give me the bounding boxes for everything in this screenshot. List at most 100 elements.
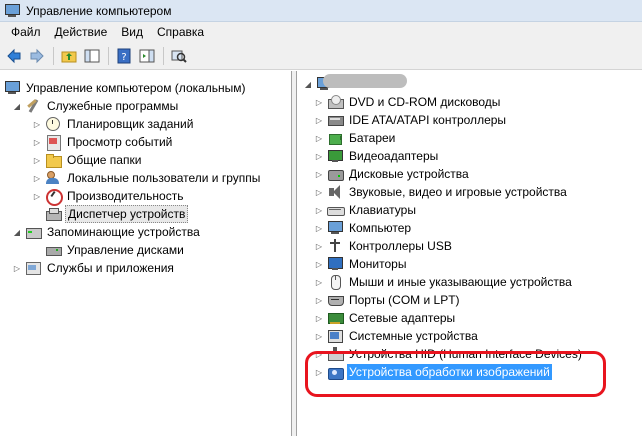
tree-item-local-users-groups[interactable]: ▷ Локальные пользователи и группы <box>32 169 262 187</box>
tree-item-computer-management[interactable]: Управление компьютером (локальным) <box>4 79 248 97</box>
toolbar-separator <box>163 46 164 65</box>
disk-icon <box>45 242 62 258</box>
device-category-item[interactable]: ▷ Видеоадаптеры <box>314 147 440 165</box>
computer-management-app-icon <box>4 3 20 19</box>
device-category-item[interactable]: ▷ DVD и CD-ROM дисководы <box>314 93 502 111</box>
collapsed-arrow-icon[interactable]: ▷ <box>314 295 324 305</box>
tree-item-label: Запоминающие устройства <box>47 225 200 239</box>
collapsed-arrow-icon[interactable]: ▷ <box>314 97 324 107</box>
menu-file[interactable]: Файл <box>4 23 48 41</box>
tree-item-event-viewer[interactable]: ▷ Просмотр событий <box>32 133 174 151</box>
menu-action[interactable]: Действие <box>48 23 115 41</box>
up-folder-icon[interactable] <box>59 46 79 66</box>
collapsed-arrow-icon[interactable]: ▷ <box>32 155 42 165</box>
collapsed-arrow-icon[interactable]: ▷ <box>32 119 42 129</box>
usb-icon <box>327 238 343 254</box>
collapsed-arrow-icon[interactable]: ▷ <box>32 191 42 201</box>
collapsed-arrow-icon[interactable]: ▷ <box>32 173 42 183</box>
device-category-item[interactable]: ▷ Сетевые адаптеры <box>314 309 457 327</box>
action-pane-icon[interactable] <box>137 46 157 66</box>
computer-icon <box>327 220 343 236</box>
tree-item-label: Общие папки <box>67 153 142 167</box>
device-category-label: Звуковые, видео и игровые устройства <box>349 185 567 199</box>
collapsed-arrow-icon[interactable]: ▷ <box>314 313 324 323</box>
collapsed-arrow-icon[interactable]: ▷ <box>314 223 324 233</box>
collapsed-arrow-icon[interactable]: ▷ <box>314 187 324 197</box>
collapsed-arrow-icon[interactable]: ▷ <box>32 137 42 147</box>
system-devices-icon <box>327 328 343 344</box>
collapsed-arrow-icon[interactable]: ▷ <box>314 259 324 269</box>
expanded-arrow-icon[interactable]: ◢ <box>12 101 22 111</box>
collapsed-arrow-icon[interactable]: ▷ <box>314 151 324 161</box>
tree-item-performance[interactable]: ▷ Производительность <box>32 187 185 206</box>
device-category-item[interactable]: ▷ Контроллеры USB <box>314 237 454 255</box>
show-tree-icon[interactable] <box>82 46 102 66</box>
tree-item-label: Диспетчер устройств <box>65 205 189 223</box>
clock-icon <box>45 116 61 132</box>
svg-text:?: ? <box>121 52 126 63</box>
collapsed-arrow-icon[interactable]: ▷ <box>12 263 22 273</box>
device-category-label: Сетевые адаптеры <box>349 311 456 325</box>
device-category-item[interactable]: ▷ Мониторы <box>314 255 408 273</box>
device-category-label: Видеоадаптеры <box>349 149 439 163</box>
device-category-label: Дисковые устройства <box>349 167 469 181</box>
device-category-item[interactable]: ▷ IDE ATA/ATAPI контроллеры <box>314 111 508 129</box>
device-category-item[interactable]: ▷ Клавиатуры <box>314 201 418 219</box>
tree-item-label: Службы и приложения <box>47 261 174 275</box>
storage-icon <box>25 224 42 240</box>
collapsed-arrow-icon[interactable]: ▷ <box>314 169 324 179</box>
performance-icon <box>45 188 63 206</box>
collapsed-arrow-icon[interactable]: ▷ <box>314 241 324 251</box>
device-category-label: Порты (COM и LPT) <box>349 293 460 307</box>
device-category-item[interactable]: ▷ Дисковые устройства <box>314 165 471 183</box>
tree-item-label: Планировщик заданий <box>67 117 194 131</box>
tree-item-label: Управление дисками <box>67 243 184 257</box>
folder-icon <box>45 152 62 168</box>
expanded-arrow-icon[interactable]: ◢ <box>12 227 22 237</box>
tree-item-storage[interactable]: ◢ Запоминающие устройства <box>12 223 202 241</box>
help-icon[interactable]: ? <box>114 46 134 66</box>
device-category-label: Батареи <box>349 131 396 145</box>
forward-arrow-icon[interactable] <box>27 46 47 66</box>
device-category-item[interactable]: ▷ Звуковые, видео и игровые устройства <box>314 183 569 201</box>
tree-item-task-scheduler[interactable]: ▷ Планировщик заданий <box>32 115 195 133</box>
device-category-item[interactable]: ▷ Системные устройства <box>314 327 480 345</box>
tree-item-shared-folders[interactable]: ▷ Общие папки <box>32 151 143 169</box>
collapsed-arrow-icon[interactable]: ▷ <box>314 133 324 143</box>
red-annotation-outline <box>305 351 606 397</box>
tools-icon <box>25 98 41 114</box>
collapsed-arrow-icon[interactable]: ▷ <box>314 115 324 125</box>
device-category-item[interactable]: ▷ Порты (COM и LPT) <box>314 291 462 309</box>
tree-item-label: Управление компьютером (локальным) <box>26 81 246 95</box>
device-category-item[interactable]: ▷ Компьютер <box>314 219 413 237</box>
battery-icon <box>327 130 343 146</box>
device-category-item[interactable]: ▷ Мыши и иные указывающие устройства <box>314 273 574 291</box>
tree-item-label: Локальные пользователи и группы <box>67 171 261 185</box>
tree-item-label: Производительность <box>67 189 184 203</box>
tree-item-disk-management[interactable]: Управление дисками <box>45 241 186 259</box>
collapsed-arrow-icon[interactable]: ▷ <box>314 277 324 287</box>
device-category-label: Системные устройства <box>349 329 478 343</box>
collapsed-arrow-icon[interactable]: ▷ <box>314 205 324 215</box>
ide-controller-icon <box>327 112 344 128</box>
dvd-icon <box>327 94 344 110</box>
computer-icon <box>4 80 20 96</box>
event-viewer-icon <box>45 134 61 151</box>
speaker-icon <box>327 184 343 200</box>
menu-help[interactable]: Справка <box>150 23 211 41</box>
device-category-item[interactable]: ▷ Батареи <box>314 129 397 147</box>
menu-view[interactable]: Вид <box>114 23 150 41</box>
back-arrow-icon[interactable] <box>4 46 24 66</box>
users-icon <box>45 170 61 186</box>
expanded-arrow-icon[interactable]: ◢ <box>303 79 313 89</box>
scan-hardware-icon[interactable] <box>169 46 189 66</box>
tree-item-services-applications[interactable]: ▷ Службы и приложения <box>12 259 176 277</box>
redacted-computer-name <box>323 74 407 88</box>
device-category-label: Мыши и иные указывающие устройства <box>349 275 572 289</box>
tree-item-device-manager[interactable]: Диспетчер устройств <box>45 205 189 223</box>
window-title: Управление компьютером <box>26 3 172 18</box>
tree-item-system-tools[interactable]: ◢ Служебные программы <box>12 97 180 115</box>
title-bar: Управление компьютером <box>0 0 642 22</box>
collapsed-arrow-icon[interactable]: ▷ <box>314 331 324 341</box>
toolbar-separator <box>108 46 109 65</box>
